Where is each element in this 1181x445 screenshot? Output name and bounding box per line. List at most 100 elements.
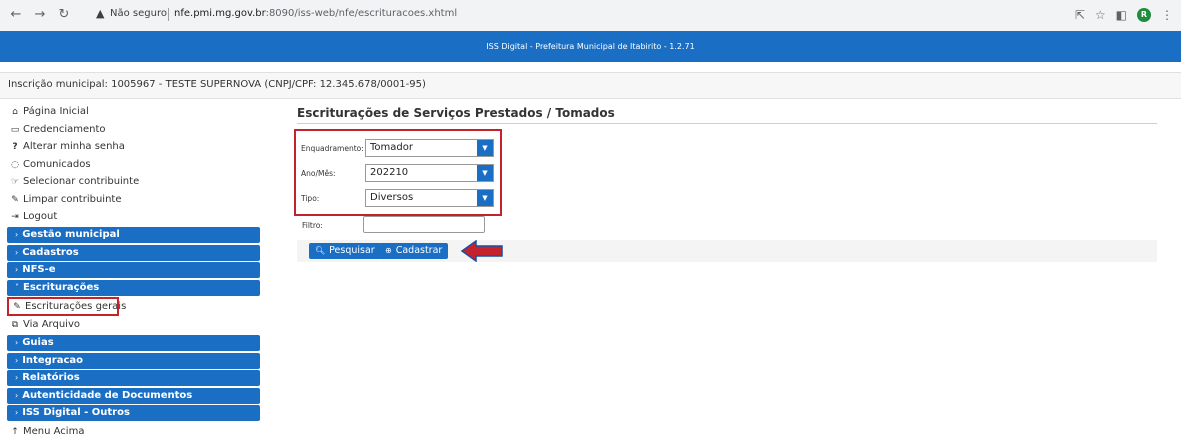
register-button-label: Cadastrar bbox=[395, 245, 443, 256]
sidebar-section-label: Guias bbox=[22, 337, 54, 348]
reload-icon[interactable]: ↻ bbox=[56, 7, 72, 23]
enquadramento-label: Enquadramento: bbox=[301, 144, 364, 153]
tipo-label: Tipo: bbox=[301, 194, 320, 203]
home-icon: ⌂ bbox=[12, 107, 18, 117]
external-link-icon: ⧉ bbox=[11, 320, 19, 330]
sidebar-section-label: Cadastros bbox=[22, 246, 79, 258]
tipo-value: Diversos bbox=[370, 192, 414, 203]
ano-mes-select[interactable]: 202210 ▼ bbox=[365, 164, 494, 182]
chevron-right-icon: › bbox=[15, 247, 19, 257]
app-title: ISS Digital - Prefeitura Municipal de It… bbox=[486, 42, 695, 51]
url-text[interactable]: nfe.pmi.mg.gov.br:8090/iss-web/nfe/escri… bbox=[174, 8, 457, 19]
profile-avatar[interactable]: R bbox=[1137, 8, 1151, 22]
sidebar-item-pagina-inicial[interactable]: ⌂ Página Inicial bbox=[7, 103, 260, 121]
sidebar-section-label: Relatórios bbox=[22, 372, 80, 383]
action-bar: 🔍︎ Pesquisar ⊕ Cadastrar bbox=[297, 240, 1157, 262]
search-button[interactable]: 🔍︎ Pesquisar bbox=[309, 243, 381, 259]
browser-actions: ⇱ ☆ ◧ R ⋮ bbox=[1075, 7, 1173, 23]
tipo-select[interactable]: Diversos ▼ bbox=[365, 189, 494, 207]
register-button[interactable]: ⊕ Cadastrar bbox=[379, 243, 449, 259]
question-icon: ? bbox=[12, 142, 18, 152]
sidebar: ⌂ Página Inicial ▭ Credenciamento ? Alterar… bbox=[7, 103, 260, 440]
url-path: :8090/iss-web/nfe/escrituracoes.xhtml bbox=[265, 8, 458, 19]
star-icon[interactable]: ☆ bbox=[1095, 8, 1106, 22]
sidebar-item-label: Página Inicial bbox=[23, 106, 89, 117]
share-icon[interactable]: ⇱ bbox=[1075, 8, 1085, 22]
sidebar-section-iss-digital-outros[interactable]: › ISS Digital - Outros bbox=[7, 405, 260, 421]
arrow-up-icon: ↑ bbox=[11, 426, 19, 437]
chevron-right-icon: › bbox=[15, 230, 19, 239]
app-header: ISS Digital - Prefeitura Municipal de It… bbox=[0, 31, 1181, 62]
address-bar[interactable]: ▲ Não seguro nfe.pmi.mg.gov.br:8090/iss-… bbox=[92, 5, 1147, 25]
logout-icon: ⇥ bbox=[11, 212, 19, 222]
sidebar-section-guias[interactable]: › Guias bbox=[7, 335, 260, 351]
sidebar-section-integracao[interactable]: › Integracao bbox=[7, 352, 260, 369]
sidebar-section-label: Integracao bbox=[22, 354, 83, 366]
sidebar-item-label: Alterar minha senha bbox=[23, 141, 125, 152]
search-button-label: Pesquisar bbox=[329, 245, 375, 256]
sidebar-section-escrituracoes[interactable]: ˅ Escriturações bbox=[7, 279, 260, 296]
credential-icon: ▭ bbox=[10, 124, 20, 135]
sidebar-item-escrituracoes-gerais[interactable]: ✎ Escriturações gerais bbox=[7, 297, 126, 316]
sidebar-item-label: Escriturações gerais bbox=[25, 301, 127, 312]
filter-form-highlight: Enquadramento: Tomador ▼ Ano/Mês: 202210… bbox=[294, 129, 502, 216]
sidebar-item-label: Logout bbox=[23, 211, 58, 222]
arrow-right-icon[interactable]: → bbox=[32, 7, 48, 23]
sidebar-item-label: Comunicados bbox=[23, 158, 91, 170]
sidebar-item-label: Limpar contribuinte bbox=[23, 193, 122, 205]
chevron-down-icon[interactable]: ▼ bbox=[477, 165, 493, 181]
chat-icon: ◌ bbox=[11, 159, 19, 170]
sidebar-item-selecionar-contribuinte[interactable]: ☞ Selecionar contribuinte bbox=[7, 173, 260, 191]
edit-icon: ✎ bbox=[13, 302, 21, 312]
sidebar-item-credenciamento[interactable]: ▭ Credenciamento bbox=[7, 121, 260, 139]
main-content: Escriturações de Serviços Prestados / To… bbox=[294, 103, 1157, 262]
sidebar-section-cadastros[interactable]: › Cadastros bbox=[7, 244, 260, 261]
chevron-right-icon: › bbox=[15, 390, 19, 400]
sidebar-item-comunicados[interactable]: ◌ Comunicados bbox=[7, 156, 260, 174]
taxpayer-info-bar: Inscrição municipal: 1005967 - TESTE SUP… bbox=[0, 72, 1181, 99]
enquadramento-value: Tomador bbox=[370, 142, 413, 153]
chevron-right-icon: › bbox=[15, 408, 19, 417]
chevron-down-icon: ˅ bbox=[15, 282, 19, 292]
sidebar-section-label: Autenticidade de Documentos bbox=[22, 389, 193, 401]
chevron-right-icon: › bbox=[15, 265, 19, 274]
enquadramento-select[interactable]: Tomador ▼ bbox=[365, 139, 494, 157]
ano-mes-value: 202210 bbox=[370, 167, 409, 178]
plus-circle-icon: ⊕ bbox=[385, 246, 392, 255]
filter-input[interactable] bbox=[363, 216, 485, 233]
sidebar-item-label: Selecionar contribuinte bbox=[23, 176, 140, 187]
chevron-right-icon: › bbox=[15, 338, 19, 347]
sidebar-section-autenticidade[interactable]: › Autenticidade de Documentos bbox=[7, 387, 260, 404]
eraser-icon: ✎ bbox=[11, 194, 19, 205]
sidebar-item-menu-acima[interactable]: ↑ Menu Acima bbox=[7, 423, 260, 441]
kebab-menu-icon[interactable]: ⋮ bbox=[1161, 8, 1173, 22]
sidebar-section-label: Gestão municipal bbox=[22, 229, 120, 240]
sidebar-section-label: ISS Digital - Outros bbox=[22, 407, 130, 418]
red-arrow-annotation bbox=[460, 240, 503, 262]
filter-label: Filtro: bbox=[302, 221, 323, 230]
chevron-right-icon: › bbox=[15, 355, 19, 365]
sidebar-item-logout[interactable]: ⇥ Logout bbox=[7, 208, 260, 226]
sidebar-item-alterar-senha[interactable]: ? Alterar minha senha bbox=[7, 138, 260, 156]
sidebar-section-label: Escriturações bbox=[23, 281, 100, 293]
side-panel-icon[interactable]: ◧ bbox=[1116, 8, 1127, 22]
sidebar-item-label: Credenciamento bbox=[23, 123, 106, 135]
security-label[interactable]: Não seguro bbox=[110, 8, 167, 19]
sidebar-section-nfse[interactable]: › NFS-e bbox=[7, 262, 260, 278]
sidebar-item-via-arquivo[interactable]: ⧉ Via Arquivo bbox=[7, 316, 260, 334]
hand-pointer-icon: ☞ bbox=[10, 177, 20, 187]
arrow-left-icon[interactable]: ← bbox=[8, 7, 24, 23]
sidebar-item-label: Menu Acima bbox=[23, 425, 85, 437]
warning-icon[interactable]: ▲ bbox=[96, 7, 104, 20]
ano-mes-label: Ano/Mês: bbox=[301, 169, 336, 178]
sidebar-section-gestao-municipal[interactable]: › Gestão municipal bbox=[7, 227, 260, 243]
url-host: nfe.pmi.mg.gov.br bbox=[174, 8, 266, 19]
chevron-down-icon[interactable]: ▼ bbox=[477, 190, 493, 206]
taxpayer-info: Inscrição municipal: 1005967 - TESTE SUP… bbox=[8, 79, 426, 90]
sidebar-section-label: NFS-e bbox=[22, 264, 56, 275]
chevron-down-icon[interactable]: ▼ bbox=[477, 140, 493, 156]
sidebar-item-limpar-contribuinte[interactable]: ✎ Limpar contribuinte bbox=[7, 191, 260, 209]
sidebar-section-relatorios[interactable]: › Relatórios bbox=[7, 370, 260, 386]
chevron-right-icon: › bbox=[15, 373, 19, 382]
browser-toolbar: ← → ↻ ▲ Não seguro nfe.pmi.mg.gov.br:809… bbox=[0, 0, 1181, 32]
